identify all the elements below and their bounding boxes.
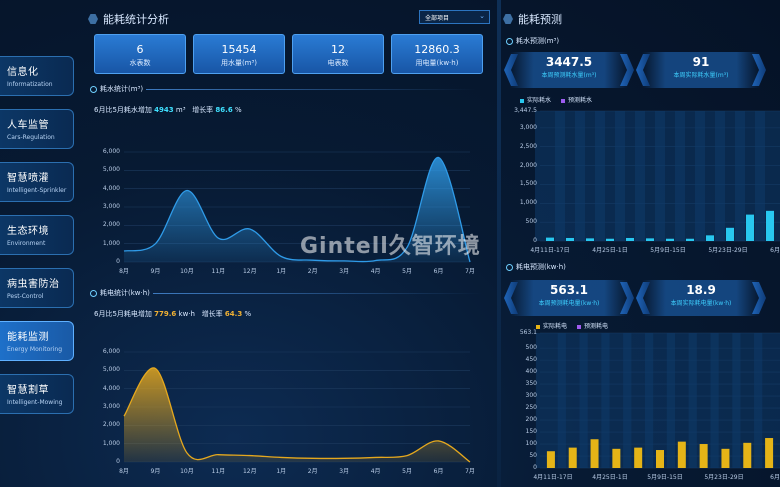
water-forecast-xtick: 4月25日-1日	[592, 247, 628, 254]
power-forecast-xtick: 6月6日	[770, 474, 780, 481]
power-forecast-bar	[721, 448, 730, 468]
power-forecast-ytick: 50	[529, 452, 537, 459]
water-forecast-xtick: 5月9日-15日	[650, 247, 686, 254]
power-forecast-bar	[699, 444, 708, 468]
water-forecast-bar	[546, 237, 554, 241]
power-forecast-ytick: 0	[533, 464, 537, 471]
water-chart-xtick: 12月	[242, 268, 257, 275]
power-forecast-bar	[590, 439, 599, 468]
water-forecast-xtick: 4月11日-17日	[530, 247, 570, 254]
water-chart-xtick: 11月	[211, 268, 226, 275]
water-forecast-ytick: 500	[525, 218, 537, 226]
power-forecast-bar	[612, 448, 621, 468]
power-forecast-bar	[546, 451, 555, 468]
power-chart-xtick: 10月	[180, 468, 194, 475]
power-forecast-xtick: 4月25日-1日	[592, 474, 628, 481]
water-chart-ytick: 2,000	[102, 221, 120, 229]
water-chart-ytick: 3,000	[102, 203, 120, 210]
water-forecast-bar	[626, 237, 634, 241]
water-chart-xtick: 4月	[370, 268, 381, 275]
power-forecast-xtick: 5月23日-29日	[704, 474, 744, 481]
water-chart-xtick: 10月	[180, 268, 194, 275]
water-forecast-ytick: 1,000	[519, 199, 537, 207]
power-chart-ytick: 6,000	[102, 348, 120, 355]
water-forecast-bar	[746, 214, 754, 241]
water-forecast-xtick: 6月6日	[770, 247, 780, 254]
water-chart-xtick: 2月	[307, 268, 318, 275]
power-forecast-bar	[568, 447, 577, 468]
power-forecast-ytick: 350	[525, 380, 537, 388]
power-forecast-ytick: 250	[525, 404, 537, 412]
water-forecast-ytick: 3,447.5	[514, 107, 537, 114]
power-forecast-ytick: 400	[525, 368, 537, 376]
water-chart-ytick: 4,000	[102, 184, 120, 192]
power-chart-xtick: 1月	[276, 468, 287, 475]
power-forecast-bar	[656, 450, 664, 468]
watermark-logo: Gintell久智环境	[300, 234, 481, 259]
power-chart-ytick: 1,000	[102, 439, 120, 447]
power-forecast-bar	[677, 441, 686, 468]
power-chart-xtick: 3月	[339, 468, 350, 475]
power-forecast-bar	[743, 442, 752, 468]
water-forecast-bar	[666, 238, 674, 241]
power-forecast-ytick: 500	[525, 344, 537, 352]
water-forecast-ytick: 2,500	[519, 142, 537, 150]
power-chart-ytick: 4,000	[102, 384, 120, 392]
water-chart-ytick: 5,000	[102, 166, 120, 174]
power-forecast-ytick: 300	[525, 392, 537, 400]
power-chart-xtick: 7月	[465, 468, 475, 475]
water-chart-ytick: 0	[116, 258, 120, 265]
power-chart-xtick: 8月	[119, 468, 129, 475]
power-chart-ytick: 2,000	[102, 421, 120, 429]
power-chart-ytick: 5,000	[102, 366, 120, 374]
power-chart-xtick: 4月	[370, 468, 381, 475]
power-forecast-bar	[634, 447, 643, 468]
water-chart-xtick: 9月	[150, 268, 161, 275]
dashboard: 信息化 Informatization 人车监管 Cars-Regulation…	[0, 0, 780, 487]
power-forecast-ytick: 450	[525, 356, 537, 364]
power-chart-xtick: 2月	[307, 468, 318, 475]
water-forecast-bar	[766, 210, 774, 241]
water-chart-ytick: 6,000	[102, 148, 120, 155]
water-forecast-xtick: 5月23日-29日	[708, 247, 748, 254]
water-forecast-ytick: 2,000	[519, 161, 537, 169]
power-forecast-ytick: 150	[525, 428, 537, 436]
water-forecast-bar	[646, 238, 654, 241]
water-forecast-bar	[706, 235, 714, 241]
water-chart-ytick: 1,000	[102, 239, 120, 247]
water-chart-xtick: 7月	[465, 268, 475, 275]
water-chart-xtick: 6月	[433, 268, 444, 275]
power-chart-area	[124, 367, 470, 462]
water-chart-xtick: 1月	[276, 268, 287, 275]
power-forecast-xtick: 5月9日-15日	[647, 474, 683, 481]
power-forecast-bar	[765, 438, 774, 468]
power-chart-ytick: 3,000	[102, 403, 120, 410]
power-chart-xtick: 5月	[402, 468, 412, 475]
power-chart-xtick: 9月	[150, 468, 161, 475]
water-forecast-bar	[606, 238, 614, 241]
water-forecast-bar	[566, 237, 574, 241]
water-forecast-bar	[586, 238, 594, 241]
power-forecast-ytick: 563.1	[519, 329, 537, 336]
water-forecast-bar	[686, 238, 694, 241]
power-forecast-ytick: 100	[525, 440, 537, 448]
power-forecast-ytick: 200	[525, 416, 537, 424]
power-chart-xtick: 6月	[433, 468, 444, 475]
water-forecast-ytick: 1,500	[519, 180, 537, 188]
power-chart-xtick: 12月	[242, 468, 257, 475]
water-forecast-ytick: 3,000	[519, 123, 537, 131]
power-chart-xtick: 11月	[211, 468, 226, 475]
water-chart-xtick: 5月	[402, 268, 412, 275]
water-chart-xtick: 8月	[119, 268, 129, 275]
water-chart-xtick: 3月	[339, 268, 350, 275]
power-forecast-xtick: 4月11日-17日	[533, 474, 573, 481]
water-forecast-ytick: 0	[533, 237, 537, 244]
water-forecast-bar	[726, 227, 734, 241]
power-chart-ytick: 0	[116, 458, 120, 465]
